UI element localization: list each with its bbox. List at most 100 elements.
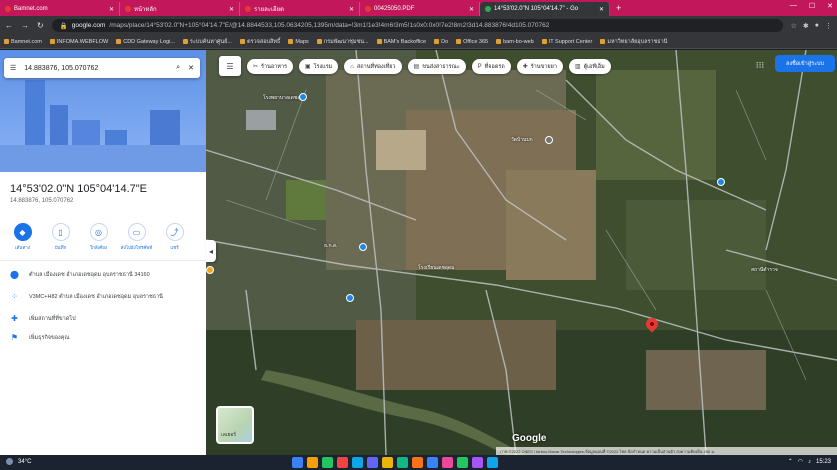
window-controls: — ☐ ✕: [790, 2, 833, 10]
forward-icon[interactable]: →: [21, 21, 29, 30]
taskbar-app-icon[interactable]: [292, 457, 303, 468]
star-icon[interactable]: ☆: [791, 22, 797, 30]
extensions-icon[interactable]: ✱: [803, 22, 809, 30]
reload-icon[interactable]: ↻: [37, 21, 44, 30]
taskbar-app-icon[interactable]: [457, 457, 468, 468]
map-place-label[interactable]: สถานีตำรวจ: [751, 266, 778, 274]
taskbar-app-icon[interactable]: [307, 457, 318, 468]
maximize-icon[interactable]: ☐: [809, 2, 815, 10]
weather-widget[interactable]: 34°C: [6, 458, 36, 465]
info-row[interactable]: ⚑ เพิ่มธุรกิจของคุณ: [10, 333, 70, 342]
tab-close-icon[interactable]: ✕: [229, 6, 234, 13]
weather-icon: [6, 458, 13, 465]
taskbar-app-icon[interactable]: [487, 457, 498, 468]
taskbar-app-icon[interactable]: [412, 457, 423, 468]
new-tab-button[interactable]: +: [610, 3, 627, 13]
action-directions-button[interactable]: ◆ เส้นทาง: [8, 223, 37, 251]
action-nearby-button[interactable]: ◎ ใกล้เคียง: [84, 223, 113, 251]
tab-title: 14°53'02.0"N 105°04'14.7" - Go: [494, 6, 579, 12]
bookmark-item[interactable]: Maps: [288, 39, 309, 45]
taskbar-app-icon[interactable]: [322, 457, 333, 468]
bookmark-item[interactable]: IT Support Center: [541, 39, 592, 45]
taskbar-app-icon[interactable]: [397, 457, 408, 468]
browser-tab[interactable]: 00425050.PDF ✕: [360, 2, 480, 16]
layers-toggle[interactable]: เลเยอร์: [216, 406, 254, 444]
tab-close-icon[interactable]: ✕: [599, 6, 604, 13]
volume-icon[interactable]: ♪: [808, 459, 811, 465]
category-chip[interactable]: ▥ ตู้เอทีเอ็ม: [568, 59, 611, 74]
apps-grid-icon[interactable]: ⁝⁝⁝: [753, 58, 767, 72]
temple-poi-icon[interactable]: [545, 136, 553, 144]
school-poi-icon[interactable]: [346, 294, 354, 302]
bookmark-item[interactable]: มหาวิทยาลัยอุบลราชธานี: [600, 38, 667, 46]
hamburger-icon[interactable]: ☰: [10, 64, 16, 72]
category-chip[interactable]: ✂ ร้านอาหาร: [247, 59, 293, 74]
bookmark-item[interactable]: Bamnet.com: [4, 39, 42, 45]
bookmark-item[interactable]: INFOMA.WEBFLOW: [49, 39, 108, 45]
minimize-icon[interactable]: —: [790, 2, 797, 10]
search-input[interactable]: 14.883876, 105.070762: [24, 65, 168, 72]
taskbar-app-icon[interactable]: [427, 457, 438, 468]
sign-in-button[interactable]: ลงชื่อเข้าสู่ระบบ: [775, 55, 835, 72]
search-box[interactable]: ☰ 14.883876, 105.070762 ⌕ ✕: [4, 58, 200, 78]
map-attribution: ภาพ ©2022 CNES / Airbus,Maxar Technologi…: [496, 447, 837, 455]
bookmark-item[interactable]: bam-bo-web: [496, 39, 534, 45]
bookmarks-bar: Bamnet.com INFOMA.WEBFLOW CDD Gateway Logi…: [0, 35, 837, 49]
browser-tab[interactable]: รายละเอียด ✕: [240, 2, 360, 16]
bookmark-item[interactable]: Office 365: [456, 39, 488, 45]
category-chip[interactable]: ▣ โรงแรม: [298, 59, 339, 74]
taskbar-app-icon[interactable]: [442, 457, 453, 468]
close-window-icon[interactable]: ✕: [827, 2, 833, 10]
category-chip[interactable]: P ที่จอดรถ: [471, 59, 511, 74]
taskbar-app-icon[interactable]: [382, 457, 393, 468]
action-phone-button[interactable]: ▭ ส่งไปยังโทรศัพท์: [121, 223, 152, 251]
category-chip[interactable]: ✚ ร้านขายยา: [516, 59, 563, 74]
info-row[interactable]: ⬤ ตำบล เมืองเดช อำเภอเดชอุดม อุบลราชธานี …: [10, 270, 150, 279]
bookmark-item[interactable]: Do: [434, 39, 448, 45]
satellite-map[interactable]: โรงพยาบาลเดชอุดม วัดบ้านบก ธ.ก.ส. โรงเรียนเ…: [206, 50, 837, 455]
police-poi-icon[interactable]: [717, 178, 725, 186]
taskbar-app-icon[interactable]: [472, 457, 483, 468]
profile-icon[interactable]: ●: [815, 22, 819, 30]
browser-tab[interactable]: หน้าหลัก ✕: [120, 2, 240, 16]
map-menu-icon[interactable]: ☰: [219, 56, 241, 76]
clock-time[interactable]: 15:23: [816, 459, 831, 465]
info-row[interactable]: ✚ เพิ่มสถานที่ที่ขาดไป: [10, 314, 76, 323]
back-icon[interactable]: ←: [5, 21, 13, 30]
wifi-icon[interactable]: ◠: [798, 458, 803, 465]
map-place-label[interactable]: วัดบ้านบก: [511, 136, 533, 144]
bookmark-icon: [600, 39, 606, 44]
close-icon[interactable]: ✕: [188, 64, 194, 72]
chevron-up-icon[interactable]: ⌃: [788, 458, 793, 465]
url-input[interactable]: 🔒 google.com/maps/place/14°53'02.0"N+105…: [51, 19, 783, 32]
taskbar-app-icon[interactable]: [337, 457, 348, 468]
taskbar-app-icon[interactable]: [352, 457, 363, 468]
bookmark-item[interactable]: ระบบค้นหาศูนย์...: [182, 38, 232, 46]
info-row[interactable]: ⁘ V3MC+H82 ตำบล เมืองเดช อำเภอเดชอุดม อุบ…: [10, 292, 163, 301]
collapse-panel-button[interactable]: ◂: [206, 240, 216, 262]
hospital-poi-icon[interactable]: [299, 93, 307, 101]
shop-poi-icon[interactable]: [206, 266, 214, 274]
category-chip[interactable]: ⌂ สถานที่ท่องเที่ยว: [344, 59, 402, 74]
taskbar-app-icon[interactable]: [367, 457, 378, 468]
chip-icon: ✂: [253, 64, 259, 70]
tab-close-icon[interactable]: ✕: [469, 6, 474, 13]
bank-poi-icon[interactable]: [359, 243, 367, 251]
chip-icon: P: [477, 63, 482, 70]
bookmark-item[interactable]: ตรวจสอบสิทธิ์: [240, 38, 280, 46]
browser-tab[interactable]: Bamnet.com ✕: [0, 2, 120, 16]
bookmark-item[interactable]: CDD Gateway Logi...: [116, 39, 175, 45]
tab-close-icon[interactable]: ✕: [109, 6, 114, 13]
bookmark-item[interactable]: กรมพัฒนาชุมชน...: [316, 38, 369, 46]
map-place-label[interactable]: โรงเรียนเดชอุดม: [418, 264, 454, 272]
action-share-button[interactable]: ⤴ แชร์: [160, 223, 189, 251]
action-bookmark-button[interactable]: ▯ บันทึก: [46, 223, 75, 251]
category-chip[interactable]: ▤ ขนส่งสาธารณะ: [407, 59, 466, 74]
info-text: เพิ่มสถานที่ที่ขาดไป: [29, 315, 76, 322]
tab-close-icon[interactable]: ✕: [349, 6, 354, 13]
bookmark-item[interactable]: BAM's Backoffice: [376, 39, 426, 45]
search-icon[interactable]: ⌕: [176, 64, 180, 72]
browser-tab[interactable]: 14°53'02.0"N 105°04'14.7" - Go ✕: [480, 2, 610, 16]
map-place-label[interactable]: ธ.ก.ส.: [324, 242, 337, 250]
kebab-menu-icon[interactable]: ⋮: [825, 22, 832, 30]
